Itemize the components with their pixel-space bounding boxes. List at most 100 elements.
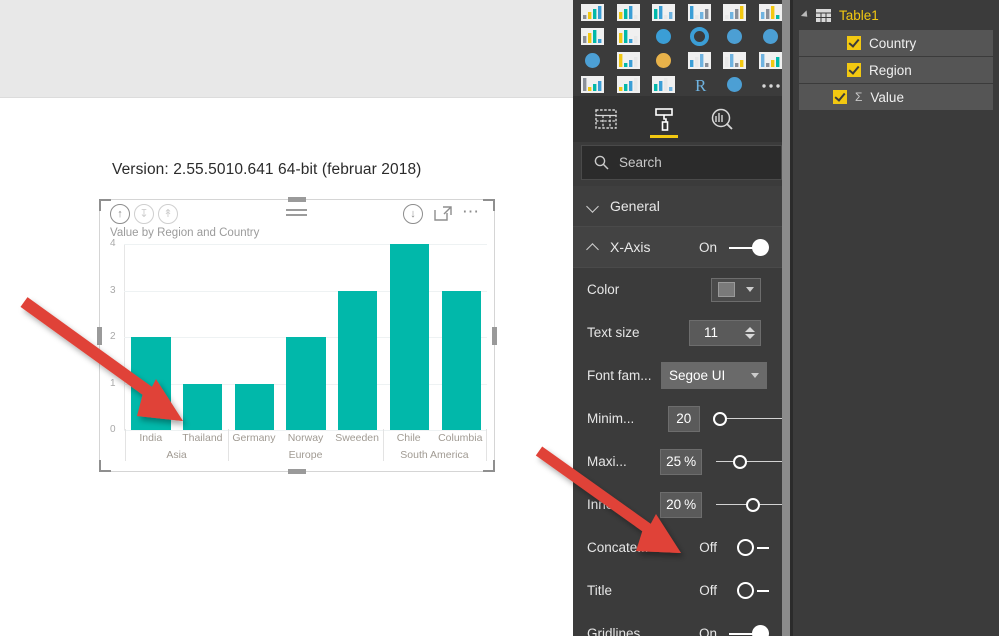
waterfall-chart-icon[interactable]: [650, 2, 677, 23]
ribbon-chart-icon[interactable]: [615, 2, 642, 23]
fields-pane[interactable]: Table1 Country Region Σ Value: [793, 0, 999, 636]
column-chart-icon[interactable]: [721, 2, 748, 23]
concatenate-labels-toggle[interactable]: [729, 539, 769, 556]
font-family-dropdown[interactable]: Segoe UI: [661, 362, 767, 389]
bar-sweeden[interactable]: [338, 290, 378, 430]
resize-handle-bottom[interactable]: [288, 469, 306, 474]
chevron-down-icon[interactable]: [746, 287, 755, 292]
resize-handle-top-right[interactable]: [483, 199, 495, 211]
visualization-pane-tabs[interactable]: [573, 96, 790, 142]
filled-map-icon[interactable]: [579, 50, 606, 71]
checkbox-checked-icon[interactable]: [847, 63, 861, 77]
inner-padding-input[interactable]: 20%: [660, 491, 703, 518]
field-country[interactable]: Country: [799, 30, 993, 56]
bar-cell[interactable]: [125, 244, 177, 430]
slicer-icon[interactable]: [579, 74, 606, 95]
kpi-icon[interactable]: [757, 50, 784, 71]
bar-columbia[interactable]: [441, 290, 481, 430]
resize-handle-top[interactable]: [288, 197, 306, 202]
bar-germany[interactable]: [234, 383, 274, 430]
resize-handle-right[interactable]: [492, 326, 497, 345]
expand-hierarchy-icon[interactable]: ↟: [158, 204, 178, 224]
fields-list[interactable]: Country Region Σ Value: [793, 30, 999, 110]
maximum-size-input[interactable]: 25%: [660, 448, 703, 475]
chevron-down-icon[interactable]: [751, 373, 759, 378]
filter-icon[interactable]: ↓: [403, 204, 423, 224]
stepper-arrows[interactable]: [745, 326, 760, 339]
drill-up-icon[interactable]: ↑: [110, 204, 130, 224]
line-column-chart-icon[interactable]: [579, 26, 606, 47]
row-color[interactable]: Color: [573, 268, 782, 311]
matrix-icon[interactable]: [650, 74, 677, 95]
card-icon[interactable]: [686, 50, 713, 71]
row-concatenate-labels[interactable]: Concate... Off: [573, 526, 782, 569]
bar-cell[interactable]: [435, 244, 487, 430]
more-visuals-icon[interactable]: [757, 74, 784, 95]
table-node[interactable]: Table1: [793, 0, 999, 30]
checkbox-checked-icon[interactable]: [847, 36, 861, 50]
multirow-card-icon[interactable]: [721, 50, 748, 71]
expand-triangle-icon[interactable]: [800, 10, 811, 20]
arcgis-map-icon[interactable]: [721, 74, 748, 95]
checkbox-checked-icon[interactable]: [833, 90, 847, 104]
row-text-size[interactable]: Text size 11: [573, 311, 782, 354]
bar-chile[interactable]: [389, 244, 430, 430]
visualization-gallery[interactable]: R: [573, 0, 790, 96]
bar-india[interactable]: [131, 337, 171, 430]
table-icon[interactable]: [615, 74, 642, 95]
row-minimum-category-width[interactable]: Minim... 20: [573, 397, 782, 440]
donut-chart-icon[interactable]: [686, 26, 713, 47]
field-value[interactable]: Σ Value: [799, 84, 993, 110]
bar-chart-icon[interactable]: [757, 2, 784, 23]
scatter-chart-icon[interactable]: [686, 2, 713, 23]
resize-handle-bottom-right[interactable]: [483, 460, 495, 472]
map-icon[interactable]: [757, 26, 784, 47]
inner-padding-slider[interactable]: [716, 497, 782, 513]
minimum-category-width-slider[interactable]: [712, 411, 782, 427]
resize-handle-bottom-left[interactable]: [99, 460, 111, 472]
chart-visual-container[interactable]: ↑ ↧ ↟ ↓ ⋯ Value by Region and Country 0 1…: [97, 197, 497, 474]
maximum-size-slider[interactable]: [716, 454, 782, 470]
bar-cell[interactable]: [280, 244, 332, 430]
treemap-icon[interactable]: [721, 26, 748, 47]
field-region[interactable]: Region: [799, 57, 993, 83]
x-axis-toggle[interactable]: [729, 238, 769, 256]
format-tab[interactable]: [649, 102, 679, 138]
format-panel-scrollbar[interactable]: [782, 0, 790, 636]
row-gridlines[interactable]: Gridlines On: [573, 612, 782, 636]
bar-cell[interactable]: [384, 244, 436, 430]
minimum-category-width-input[interactable]: 20: [668, 405, 700, 432]
scatter-plot-icon[interactable]: [615, 26, 642, 47]
fields-tab[interactable]: [591, 102, 621, 136]
menu-icon[interactable]: [286, 209, 307, 219]
funnel-chart-icon[interactable]: [615, 50, 642, 71]
chevron-up-icon[interactable]: [587, 241, 599, 253]
row-maximum-size[interactable]: Maxi... 25%: [573, 440, 782, 483]
format-options-list[interactable]: General X-Axis On Color Text size 11 Font fam.…: [573, 186, 782, 636]
resize-handle-top-left[interactable]: [99, 199, 111, 211]
more-options-icon[interactable]: ⋯: [462, 203, 481, 220]
row-font-family[interactable]: Font fam... Segoe UI: [573, 354, 782, 397]
text-size-stepper[interactable]: 11: [689, 319, 761, 346]
title-toggle[interactable]: [729, 582, 769, 599]
slider-knob[interactable]: [745, 497, 760, 512]
bar-cell[interactable]: [177, 244, 229, 430]
gridlines-toggle[interactable]: [729, 625, 769, 636]
visualizations-panel[interactable]: R Search General X-Axis On Color Text si…: [573, 0, 790, 636]
bar-norway[interactable]: [286, 337, 326, 430]
drill-down-icon[interactable]: ↧: [134, 204, 154, 224]
chevron-down-icon[interactable]: [587, 200, 599, 212]
gauge-chart-icon[interactable]: [650, 50, 677, 71]
focus-mode-icon[interactable]: [434, 206, 452, 221]
section-x-axis[interactable]: X-Axis On: [573, 227, 782, 268]
analytics-tab[interactable]: [707, 102, 737, 136]
pie-chart-icon[interactable]: [650, 26, 677, 47]
row-title[interactable]: Title Off: [573, 569, 782, 612]
bar-cell[interactable]: [332, 244, 384, 430]
bar-cell[interactable]: [228, 244, 280, 430]
slider-knob[interactable]: [712, 411, 727, 426]
bar-series[interactable]: [125, 244, 487, 430]
r-script-icon[interactable]: R: [686, 74, 713, 95]
color-picker[interactable]: [711, 277, 761, 302]
slider-knob[interactable]: [732, 454, 747, 469]
